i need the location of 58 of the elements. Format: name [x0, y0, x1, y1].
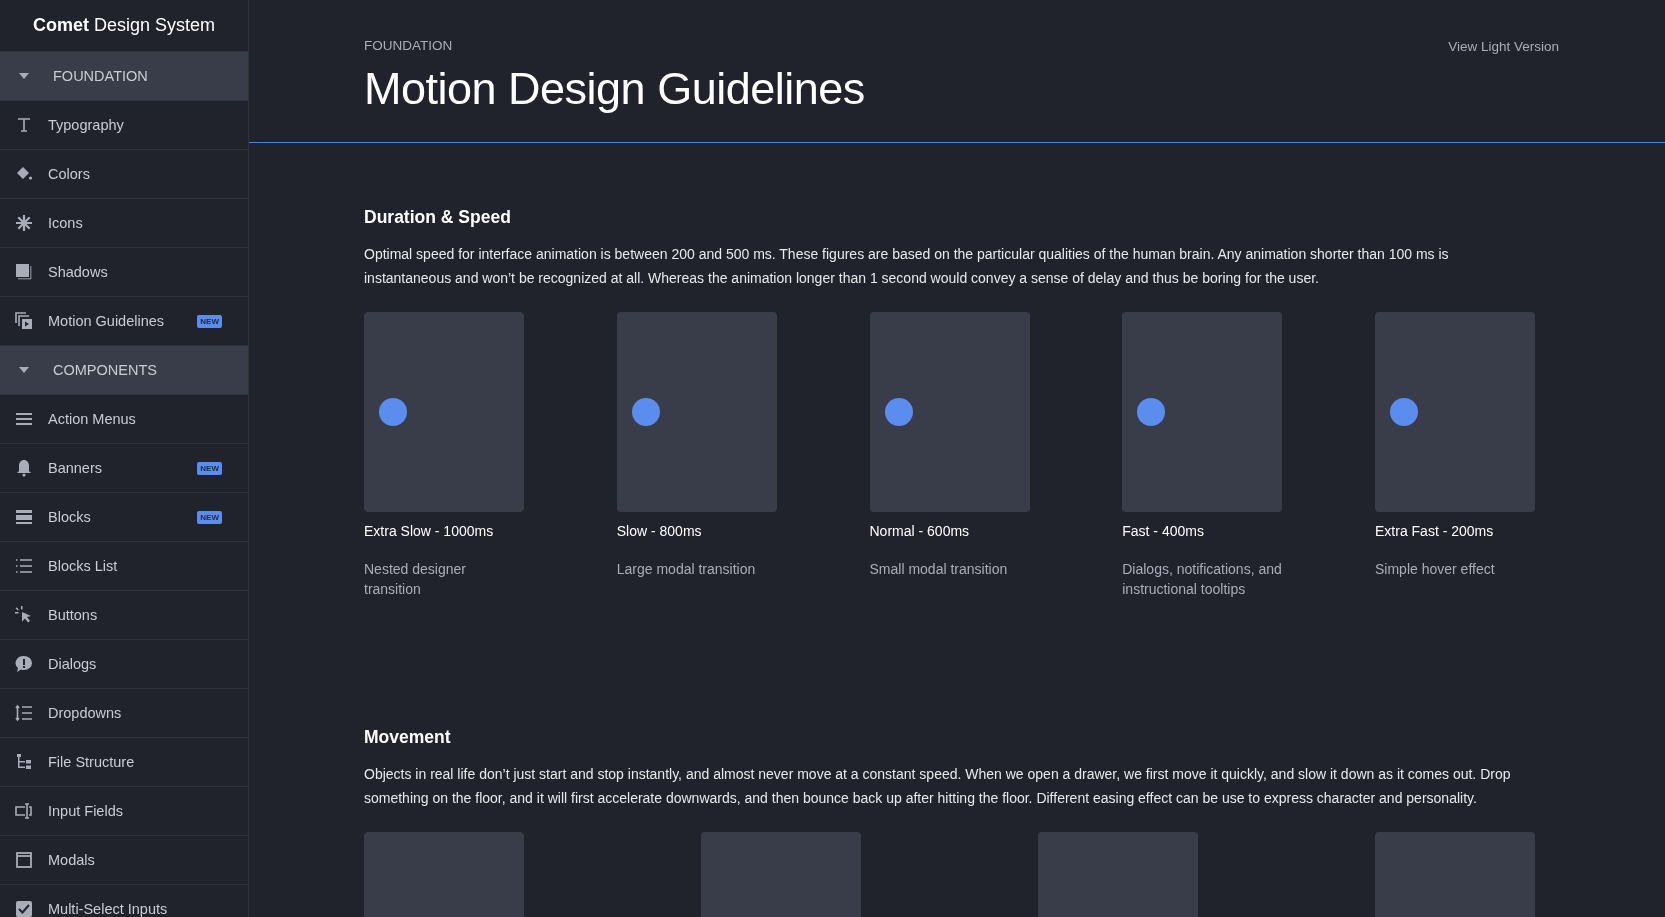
tree-icon	[15, 753, 33, 771]
view-light-version-link[interactable]: View Light Version	[1448, 39, 1559, 54]
sidebar-item[interactable]: Banners NEW	[0, 444, 248, 493]
sidebar-section-header[interactable]: COMPONENTS	[0, 346, 248, 395]
sidebar-item[interactable]: Colors	[0, 150, 248, 199]
speed-usage-note: Large modal transition	[616, 560, 757, 579]
moving-dot	[379, 398, 407, 426]
speed-label: Normal - 600ms	[869, 523, 971, 539]
sidebar-item[interactable]: Shadows	[0, 248, 248, 297]
stacked-bars-icon	[15, 508, 33, 526]
section-description: Optimal speed for interface animation is between 200 and 500 ms. These figures are based on the particular qualities of the human brain. Any animation shorter than 100 ms is instantaneous and won’t be recognized at all. Whereas the animation longer than 1 second would convey a sense of delay and thus be boring for the user.	[364, 245, 1450, 288]
speed-label: Slow - 800ms	[616, 523, 703, 539]
moving-dot	[1137, 398, 1166, 426]
sidebar-item[interactable]: Action Menus	[0, 395, 248, 444]
page-title: Motion Design Guidelines	[364, 63, 865, 115]
speed-label: Extra Slow - 1000ms	[364, 523, 495, 539]
bell-icon	[15, 459, 33, 477]
section-heading: Movement	[364, 727, 452, 748]
speed-usage-note: Simple hover effect	[1375, 560, 1496, 579]
caret-icon	[19, 73, 29, 79]
cursor-click-icon	[15, 606, 33, 624]
sidebar-item[interactable]: Input Fields	[0, 787, 248, 836]
text-cursor-field-icon	[15, 802, 33, 820]
sidebar-item[interactable]: Typography	[0, 101, 248, 150]
new-badge: NEW	[197, 314, 222, 328]
sidebar-item[interactable]: Blocks List	[0, 542, 248, 591]
sidebar-item[interactable]: Dropdowns	[0, 689, 248, 738]
sidebar-section-header[interactable]: FOUNDATION	[0, 52, 248, 101]
section-description: Objects in real life don’t just start and stop instantly, and almost never move at a constant speed. When we open a drawer, we first move it quickly, and slow it down as it comes out. Drop something on the floor, and it will first accelerate downwards, and then bounce back up after hitting the floor. Different easing effect can be use to express character and personality.	[364, 765, 1512, 808]
asterisk-icon	[15, 214, 33, 232]
sidebar-item[interactable]: Dialogs	[0, 640, 248, 689]
letter-t-icon	[15, 116, 33, 134]
caret-icon	[19, 367, 29, 373]
speed-usage-note: Nested designer transition	[364, 560, 467, 599]
sidebar-item[interactable]: File Structure	[0, 738, 248, 787]
page-category: FOUNDATION	[364, 38, 454, 53]
speed-label: Extra Fast - 200ms	[1375, 523, 1495, 539]
sidebar-item[interactable]: Icons	[0, 199, 248, 248]
speed-label: Fast - 400ms	[1122, 523, 1205, 539]
speed-usage-note: Small modal transition	[869, 560, 1009, 579]
speed-usage-note: Dialogs, notifications, and instructional tooltips	[1122, 560, 1283, 599]
new-badge: NEW	[197, 510, 222, 524]
sidebar-item[interactable]: Modals	[0, 836, 248, 885]
sort-list-icon	[15, 704, 33, 722]
new-badge: NEW	[197, 461, 222, 475]
list-icon	[15, 557, 33, 575]
moving-dot	[631, 398, 660, 426]
menu-icon	[15, 410, 33, 428]
sidebar-item[interactable]: Multi-Select Inputs	[0, 885, 248, 917]
stacked-play-icon	[15, 312, 33, 330]
sidebar-item[interactable]: Buttons	[0, 591, 248, 640]
section-heading: Duration & Speed	[364, 207, 512, 228]
moving-dot	[884, 398, 913, 426]
shadow-square-icon	[15, 263, 33, 281]
moving-dot	[1390, 398, 1418, 426]
speech-bubble-icon	[15, 655, 33, 673]
window-icon	[15, 851, 33, 869]
sidebar-item[interactable]: Blocks NEW	[0, 493, 248, 542]
